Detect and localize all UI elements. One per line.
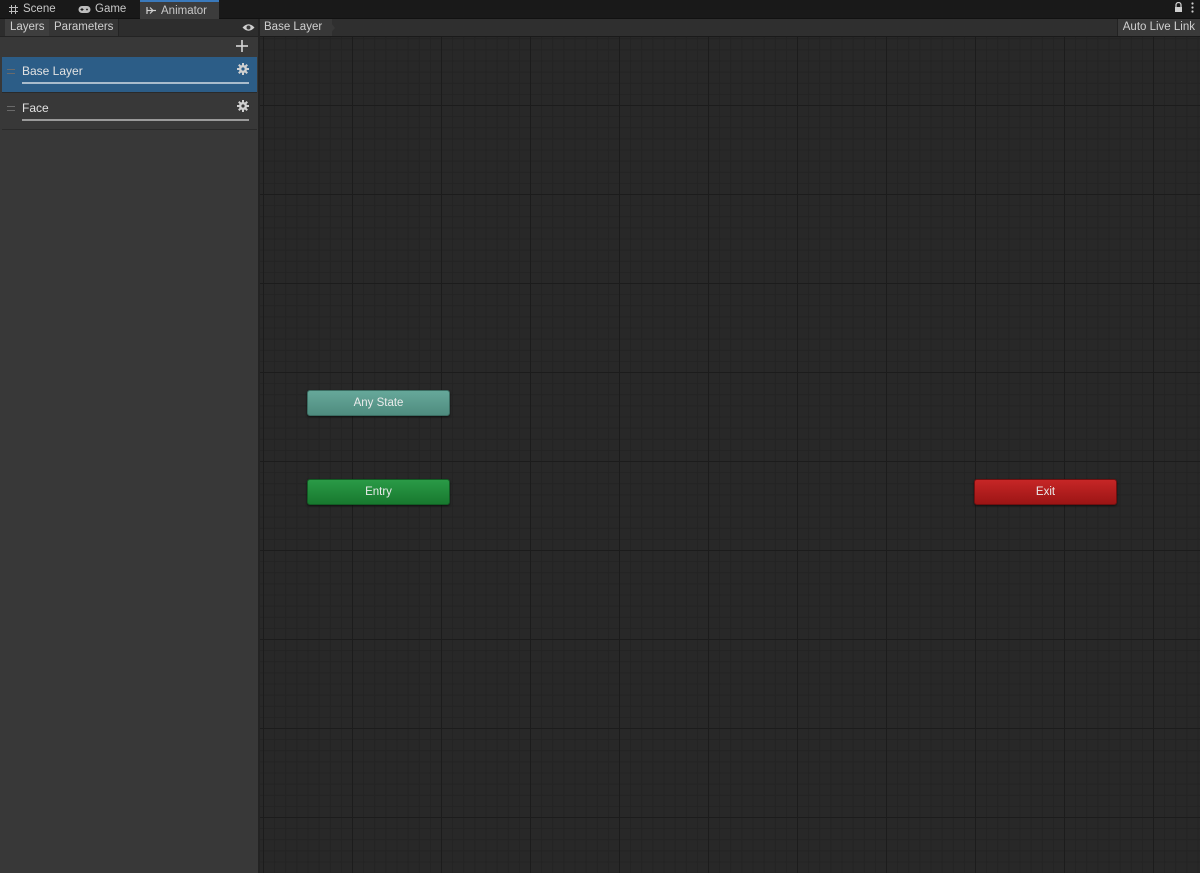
layer-weight-slider[interactable]	[22, 119, 249, 121]
animator-icon	[146, 6, 157, 15]
gamepad-icon	[78, 5, 91, 14]
auto-live-link-button[interactable]: Auto Live Link	[1116, 19, 1200, 36]
tab-game[interactable]: Game	[72, 0, 132, 18]
eye-icon[interactable]	[242, 21, 255, 35]
tab-layers[interactable]: Layers	[5, 19, 51, 36]
layer-name: Face	[22, 101, 49, 115]
gear-icon[interactable]	[237, 63, 249, 78]
tab-animator[interactable]: Animator	[140, 0, 219, 19]
tab-label: Animator	[161, 4, 208, 17]
layer-name: Base Layer	[22, 64, 83, 78]
tab-parameters[interactable]: Parameters	[49, 19, 120, 36]
lock-icon[interactable]	[1174, 1, 1183, 16]
breadcrumb-arrow-icon	[328, 19, 335, 36]
plus-icon	[236, 36, 248, 56]
add-layer-button[interactable]	[236, 38, 248, 54]
graph-toolbar: Base Layer Auto Live Link	[260, 19, 1200, 37]
panel-tabs: Layers Parameters	[0, 19, 258, 37]
window-tab-bar: Scene Game Animator	[0, 0, 1200, 19]
grid-icon	[8, 4, 19, 15]
exit-node[interactable]: Exit	[974, 479, 1117, 505]
any-state-node[interactable]: Any State	[307, 390, 450, 416]
layer-item-face[interactable]: Face	[2, 94, 257, 130]
tab-label: Scene	[23, 3, 56, 15]
gear-icon[interactable]	[237, 100, 249, 115]
layer-item-base-layer[interactable]: Base Layer	[2, 57, 257, 93]
more-options-icon[interactable]	[1191, 2, 1194, 16]
layer-toolbar	[0, 37, 258, 56]
drag-handle-icon[interactable]	[7, 69, 15, 74]
state-machine-graph[interactable]: Base Layer Auto Live Link Any State Entr…	[260, 19, 1200, 873]
breadcrumb[interactable]: Base Layer	[260, 19, 333, 36]
tab-scene[interactable]: Scene	[2, 0, 62, 18]
layers-panel: Layers Parameters Base Layer Face	[0, 19, 260, 873]
entry-node[interactable]: Entry	[307, 479, 450, 505]
tab-label: Game	[95, 3, 127, 15]
drag-handle-icon[interactable]	[7, 106, 15, 111]
layer-weight-slider[interactable]	[22, 82, 249, 84]
